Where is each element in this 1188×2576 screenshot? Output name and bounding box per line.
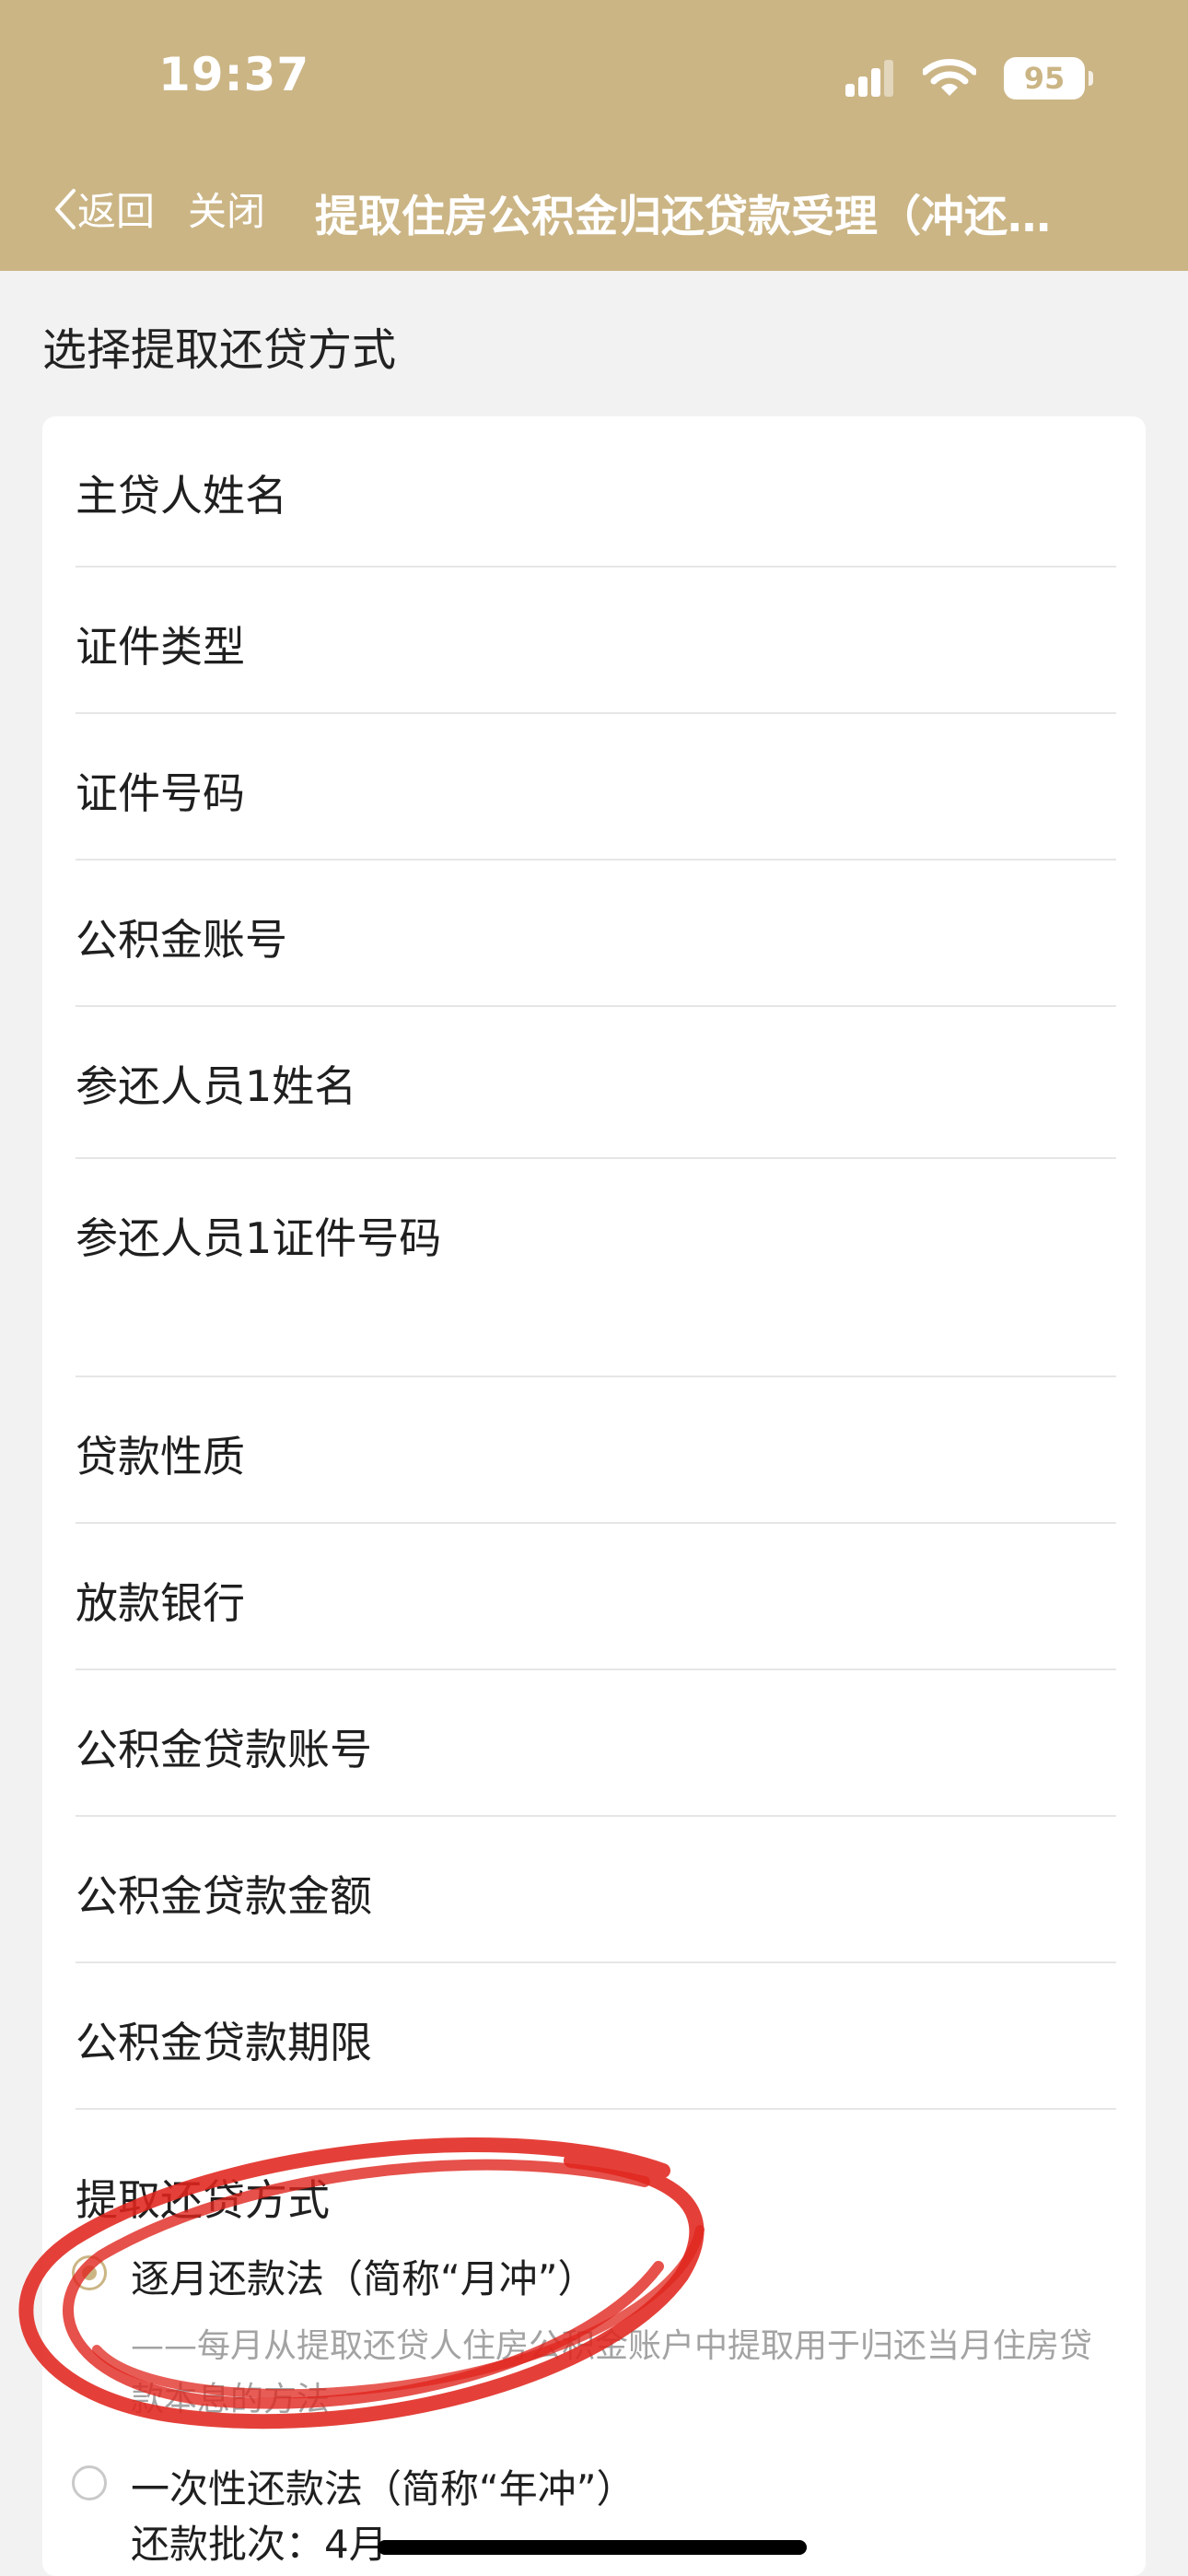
section-title: 选择提取还贷方式 (42, 324, 397, 376)
form-card: 主贷人姓名 证件类型 证件号码 公积金账号 参还人员1姓名 参还人员1证件号码 … (42, 416, 1146, 2576)
field-loan-type[interactable]: 贷款性质 (76, 1377, 1116, 1524)
field-id-type[interactable]: 证件类型 (76, 568, 1116, 714)
battery-icon: 95 (1004, 57, 1093, 100)
chevron-left-icon (55, 188, 76, 229)
radio-yearly[interactable] (72, 2465, 107, 2500)
field-loan-amount[interactable]: 公积金贷款金额 (76, 1817, 1116, 1963)
app-header: 19:37 95 返回 关闭 提取住房公积金归还贷款受理（冲还… (0, 0, 1188, 271)
page-title: 提取住房公积金归还贷款受理（冲还… (315, 192, 1051, 242)
field-co-payer-name[interactable]: 参还人员1姓名 (76, 1007, 1116, 1159)
close-button[interactable]: 关闭 (188, 181, 265, 237)
home-indicator (378, 2540, 807, 2555)
navigation-bar: 返回 关闭 提取住房公积金归还贷款受理（冲还… (0, 181, 1188, 242)
option-yearly-label[interactable]: 一次性还款法（简称“年冲”） (131, 2458, 635, 2514)
status-time: 19:37 (158, 48, 310, 101)
status-icons: 95 (844, 57, 1093, 100)
wifi-icon (923, 59, 976, 96)
field-loan-account[interactable]: 公积金贷款账号 (76, 1670, 1116, 1817)
field-loan-term[interactable]: 公积金贷款期限 (76, 1963, 1116, 2110)
repayment-method-label: 提取还贷方式 (76, 2175, 330, 2225)
back-label: 返回 (77, 189, 156, 234)
signal-icon (845, 60, 893, 97)
battery-level: 95 (1023, 61, 1066, 96)
field-co-payer-id-number[interactable]: 参还人员1证件号码 (76, 1159, 1116, 1377)
option-yearly-batch: 还款批次：4月 (131, 2522, 388, 2567)
option-monthly-description: ——每月从提取还贷人住房公积金账户中提取用于归还当月住房贷款本息的方法 (131, 2327, 1093, 2418)
field-borrower-name[interactable]: 主贷人姓名 (76, 416, 1116, 568)
option-monthly-label[interactable]: 逐月还款法（简称“月冲”） (131, 2248, 597, 2304)
field-lending-bank[interactable]: 放款银行 (76, 1524, 1116, 1670)
back-button[interactable]: 返回 (53, 181, 155, 237)
field-id-number[interactable]: 证件号码 (76, 714, 1116, 861)
field-fund-account[interactable]: 公积金账号 (76, 861, 1116, 1007)
radio-monthly[interactable] (72, 2255, 107, 2290)
